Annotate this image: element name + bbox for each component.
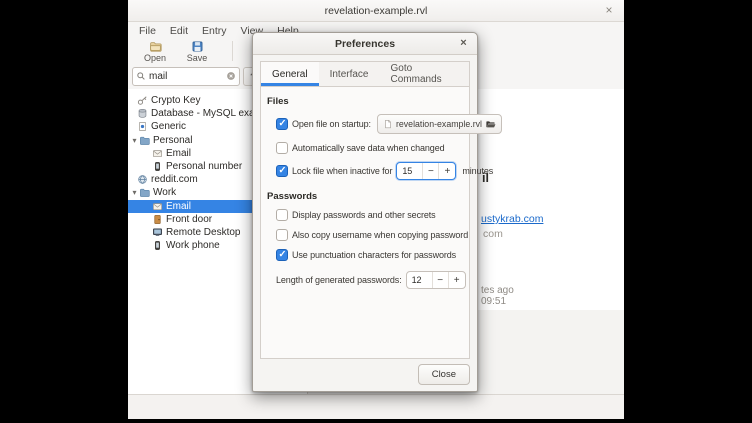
remote-desktop-icon — [152, 227, 163, 238]
tab-bar: GeneralInterfaceGoto Commands — [261, 62, 469, 87]
expander-icon[interactable]: ▾ — [130, 188, 139, 197]
tree-item-label: Work phone — [166, 240, 220, 251]
tree-item-label: Email — [166, 148, 191, 159]
lock-file-label: Lock file when inactive for — [292, 166, 392, 176]
copy-username-label: Also copy username when copying password — [292, 230, 468, 240]
expander-icon[interactable]: ▾ — [130, 136, 139, 145]
tree-item-label: Front door — [166, 214, 212, 225]
toolbar-separator — [232, 41, 233, 61]
entry-url-link-fragment[interactable]: ustykrab.com — [481, 213, 543, 225]
search-icon — [136, 71, 146, 81]
open-on-startup-label: Open file on startup: — [292, 119, 371, 129]
tree-item-label: Remote Desktop — [166, 227, 240, 238]
punctuation-label: Use punctuation characters for passwords — [292, 250, 456, 260]
entry-time-fragment: 09:51 — [481, 296, 506, 307]
entry-updated-fragment: tes ago — [481, 285, 514, 296]
database-icon — [137, 108, 148, 119]
minus-button[interactable]: − — [423, 163, 439, 179]
search-field[interactable] — [132, 67, 240, 86]
open-on-startup-row: Open file on startup: revelation-example… — [276, 114, 464, 134]
search-input[interactable] — [149, 71, 223, 82]
document-icon — [383, 119, 393, 129]
general-tab-page: Files Open file on startup: revelation-e… — [261, 87, 469, 289]
email-icon — [152, 201, 163, 212]
lock-file-row: Lock file when inactive for 15 − + minut… — [276, 162, 464, 180]
menu-entry[interactable]: Entry — [195, 24, 234, 38]
open-folder-icon — [149, 40, 162, 53]
statusbar — [128, 394, 624, 419]
startup-file-name: revelation-example.rvl — [396, 119, 482, 129]
lock-minutes-suffix: minutes — [462, 166, 493, 176]
door-icon — [152, 214, 163, 225]
dialog-close-button[interactable]: × — [456, 36, 471, 51]
autosave-row: Automatically save data when changed — [276, 142, 464, 154]
preferences-notebook: GeneralInterfaceGoto Commands Files Open… — [260, 61, 470, 359]
tree-item-label: Email — [166, 201, 191, 212]
email-icon — [152, 148, 163, 159]
website-icon — [137, 174, 148, 185]
files-section-heading: Files — [267, 96, 464, 107]
password-length-label: Length of generated passwords: — [276, 275, 402, 285]
autosave-checkbox[interactable] — [276, 142, 288, 154]
close-button[interactable]: Close — [418, 364, 470, 385]
tab-goto-commands[interactable]: Goto Commands — [380, 62, 470, 86]
open-button[interactable]: Open — [134, 40, 176, 63]
tab-general[interactable]: General — [261, 62, 319, 86]
tree-item-label: Personal — [153, 135, 192, 146]
plus-button[interactable]: + — [439, 163, 455, 179]
save-icon — [191, 40, 204, 53]
password-length-spinner: 12 − + — [406, 271, 466, 289]
preferences-dialog: Preferences × GeneralInterfaceGoto Comma… — [252, 32, 478, 392]
tree-item-label: Crypto Key — [151, 95, 200, 106]
save-button[interactable]: Save — [176, 40, 218, 63]
dialog-titlebar: Preferences × — [253, 33, 477, 55]
copy-username-row: Also copy username when copying password — [276, 229, 464, 241]
plus-button[interactable]: + — [449, 272, 465, 288]
menu-file[interactable]: File — [132, 24, 163, 38]
display-secrets-row: Display passwords and other secrets — [276, 209, 464, 221]
window-title: revelation-example.rvl — [325, 5, 428, 17]
autosave-label: Automatically save data when changed — [292, 143, 445, 153]
password-length-value[interactable]: 12 — [407, 272, 433, 288]
passwords-section-heading: Passwords — [267, 191, 464, 202]
password-length-row: Length of generated passwords: 12 − + — [276, 271, 464, 289]
clear-search-icon[interactable] — [226, 71, 236, 81]
tree-item-label: Personal number — [166, 161, 242, 172]
tree-item-label: reddit.com — [151, 174, 198, 185]
folder-icon — [139, 135, 150, 146]
open-on-startup-checkbox[interactable] — [276, 118, 288, 130]
dialog-title: Preferences — [335, 38, 395, 50]
copy-username-checkbox[interactable] — [276, 229, 288, 241]
lock-minutes-spinner: 15 − + — [396, 162, 456, 180]
tree-item-label: Work — [153, 187, 176, 198]
punctuation-row: Use punctuation characters for passwords — [276, 249, 464, 261]
display-secrets-label: Display passwords and other secrets — [292, 210, 436, 220]
file-open-icon — [485, 119, 496, 130]
entry-username-fragment: com — [483, 228, 503, 240]
phone-icon — [152, 161, 163, 172]
lock-file-checkbox[interactable] — [276, 165, 288, 177]
folder-icon — [139, 187, 150, 198]
tree-item-label: Generic — [151, 121, 186, 132]
phone-icon — [152, 240, 163, 251]
key-icon — [137, 95, 148, 106]
punctuation-checkbox[interactable] — [276, 249, 288, 261]
window-close-button[interactable]: × — [601, 2, 617, 18]
lock-minutes-value[interactable]: 15 — [397, 163, 423, 179]
display-secrets-checkbox[interactable] — [276, 209, 288, 221]
tab-interface[interactable]: Interface — [319, 62, 380, 86]
startup-file-button[interactable]: revelation-example.rvl — [377, 114, 502, 134]
window-titlebar: revelation-example.rvl × — [128, 0, 624, 22]
menu-edit[interactable]: Edit — [163, 24, 195, 38]
generic-icon — [137, 121, 148, 132]
minus-button[interactable]: − — [433, 272, 449, 288]
